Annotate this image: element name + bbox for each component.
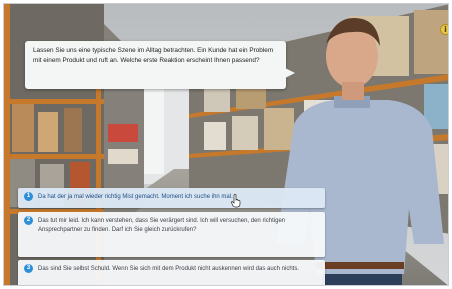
scenario-speech-bubble: Lassen Sie uns eine typische Szene im Al…: [25, 41, 295, 89]
option-number-badge: 3: [24, 264, 33, 273]
answer-option-3[interactable]: 3 Das sind Sie selbst Schuld. Wenn Sie s…: [18, 260, 325, 285]
info-icon[interactable]: i: [440, 24, 448, 35]
hand-cursor-icon: [231, 194, 241, 208]
option-number-badge: 1: [24, 192, 33, 201]
option-text: Das sind Sie selbst Schuld. Wenn Sie sic…: [38, 266, 300, 272]
option-number-badge: 2: [24, 216, 33, 225]
slide-frame: Lassen Sie uns eine typische Szene im Al…: [3, 3, 449, 286]
option-text: Das tut mir leid. Ich kann verstehen, da…: [38, 218, 286, 234]
answer-option-1[interactable]: 1 Da hat der ja mal wieder richtig Mist …: [18, 188, 325, 208]
scenario-prompt-text: Lassen Sie uns eine typische Szene im Al…: [33, 47, 274, 64]
answer-option-2[interactable]: 2 Das tut mir leid. Ich kann verstehen, …: [18, 212, 325, 257]
option-text: Da hat der ja mal wieder richtig Mist ge…: [38, 194, 233, 200]
